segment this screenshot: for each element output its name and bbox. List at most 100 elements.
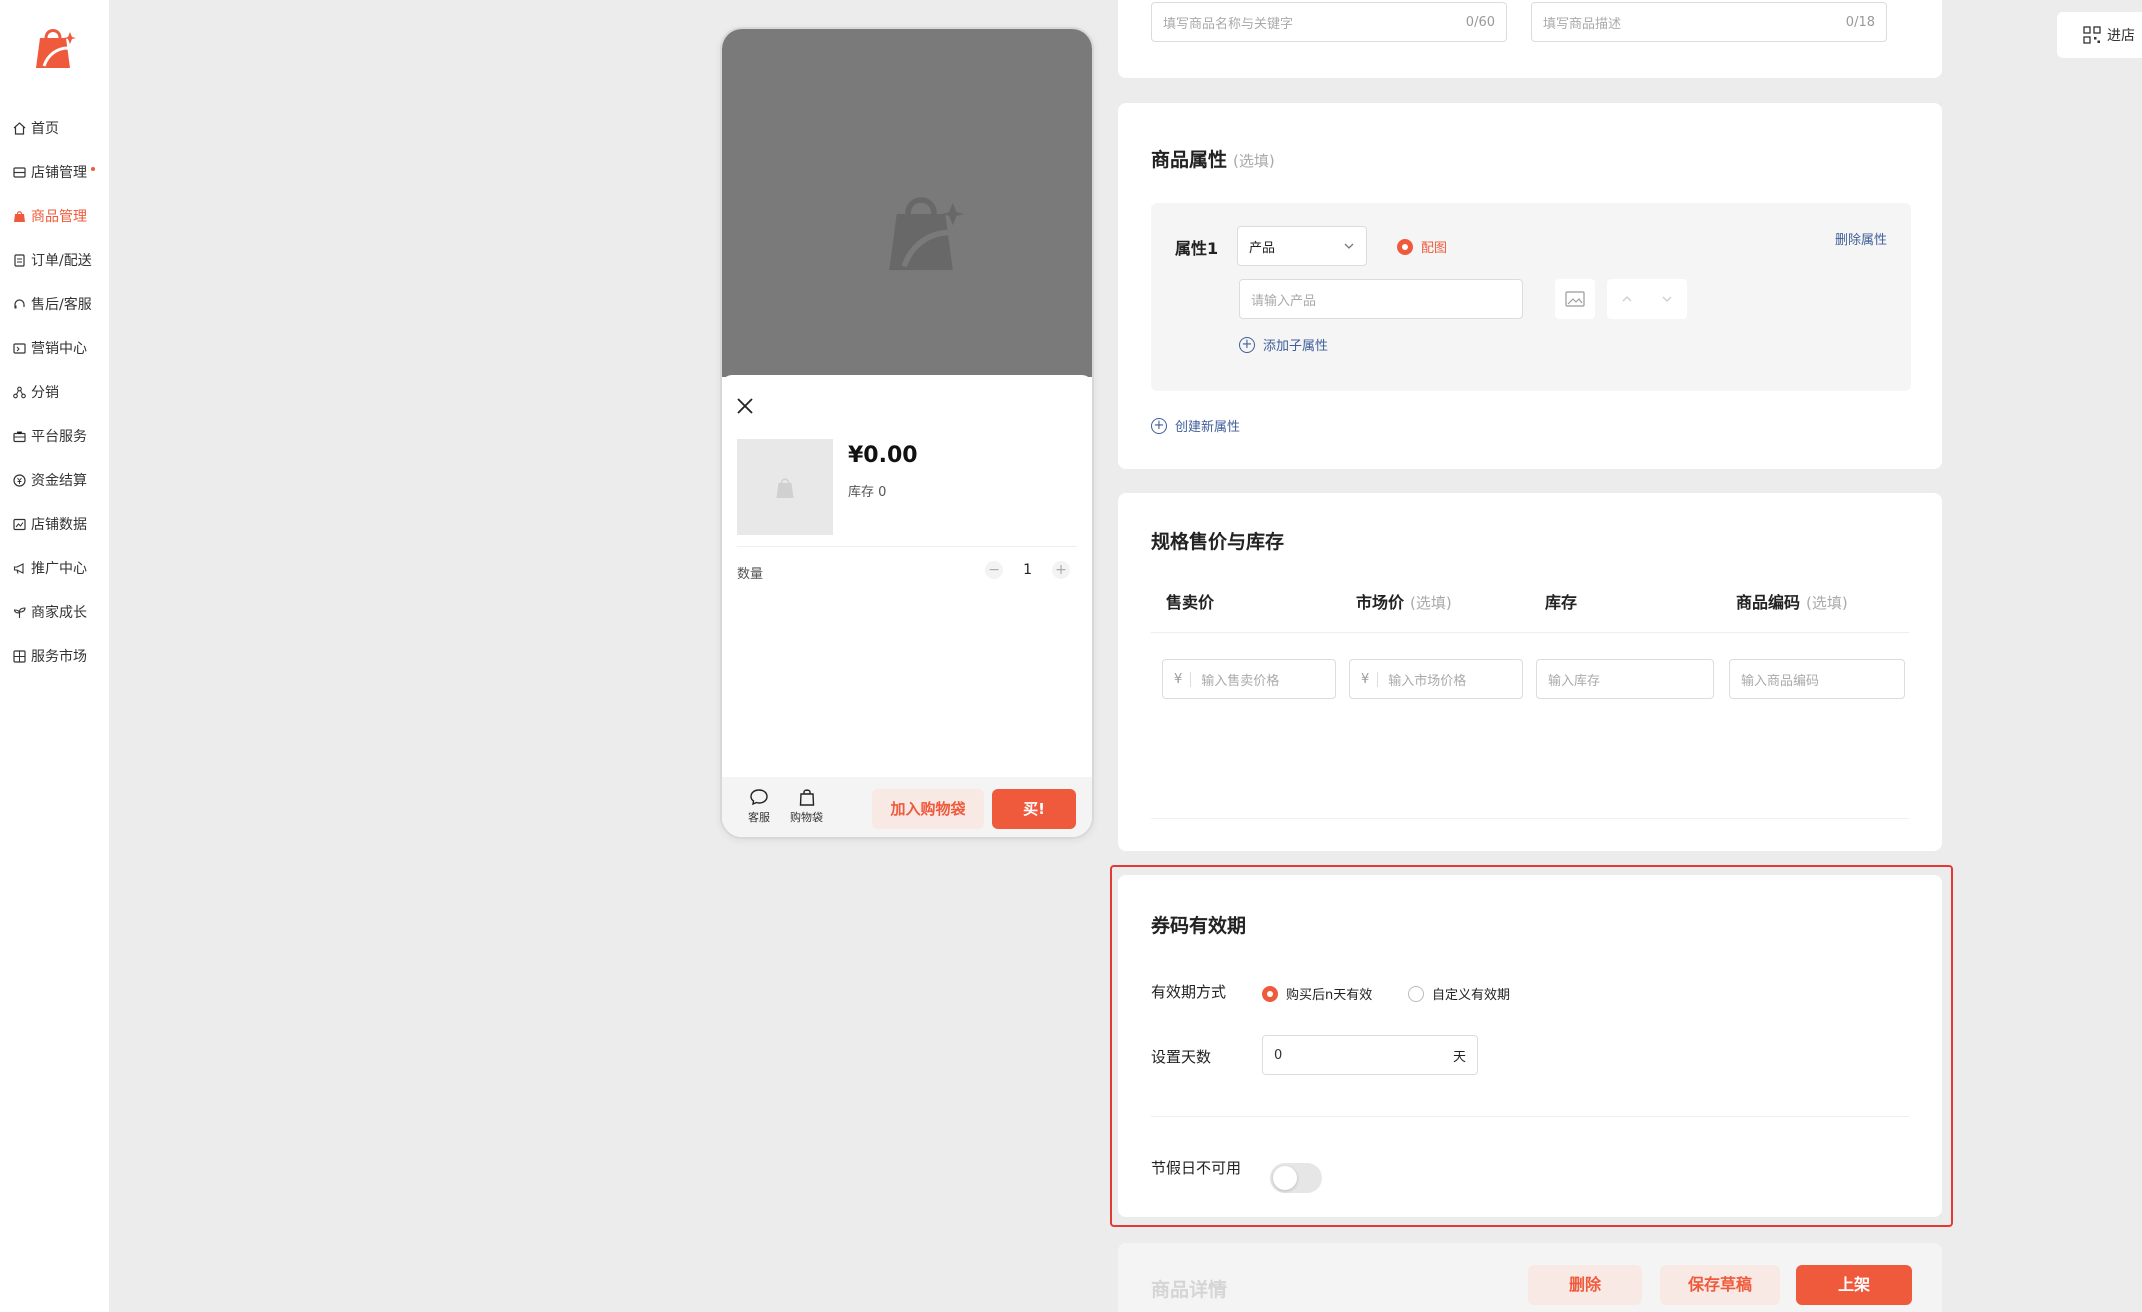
store-qr-label: 进店 <box>2107 28 2135 44</box>
sidebar-item-label: 售后/客服 <box>31 297 92 313</box>
bag-icon <box>799 789 814 806</box>
product-name-counter: 0/60 <box>1465 14 1495 30</box>
stock-input[interactable]: 输入库存 <box>1536 659 1714 699</box>
briefcase-icon <box>12 429 26 443</box>
chevron-down-icon <box>1344 243 1354 249</box>
sidebar-item-label: 营销中心 <box>31 341 87 357</box>
plus-circle-icon: + <box>1239 336 1255 353</box>
sale-price-placeholder: 输入售卖价格 <box>1201 673 1280 689</box>
publish-button[interactable]: 上架 <box>1796 1265 1912 1305</box>
attribute-type-select[interactable]: 产品 <box>1237 226 1367 266</box>
column-price: 售卖价 <box>1166 593 1215 612</box>
buy-now-button[interactable]: 买! <box>992 789 1076 829</box>
sidebar-item-label: 店铺管理 <box>31 165 87 181</box>
close-icon[interactable] <box>736 397 754 415</box>
qr-code-icon <box>2083 26 2101 44</box>
sku-stock: 库存 0 <box>848 485 887 500</box>
image-toggle[interactable]: 配图 <box>1397 237 1447 256</box>
sidebar-item-home[interactable]: 首页 <box>0 106 109 150</box>
sidebar-item-goods[interactable]: 商品管理 <box>0 194 109 238</box>
column-code-text: 商品编码 <box>1736 593 1801 612</box>
sidebar: 首页 店铺管理 商品管理 订单/配送 售后/客服 营销中心 分销 平台服务 资金… <box>0 0 109 1312</box>
delete-button[interactable]: 删除 <box>1528 1265 1642 1305</box>
delete-attribute-link[interactable]: 删除属性 <box>1835 229 1887 248</box>
sidebar-item-marketing[interactable]: 营销中心 <box>0 326 109 370</box>
sidebar-item-label: 平台服务 <box>31 429 87 445</box>
grid-icon <box>12 649 26 663</box>
optional-hint: (选填) <box>1233 152 1275 170</box>
shopping-bag-label: 购物袋 <box>790 811 823 824</box>
sidebar-item-growth[interactable]: 商家成长 <box>0 590 109 634</box>
product-desc-input[interactable]: 填写商品描述 0/18 <box>1531 2 1887 42</box>
sidebar-item-store[interactable]: 店铺管理 <box>0 150 109 194</box>
shopping-bag-logo-icon[interactable] <box>30 22 76 70</box>
sidebar-item-orders[interactable]: 订单/配送 <box>0 238 109 282</box>
home-icon <box>12 121 26 135</box>
sidebar-nav: 首页 店铺管理 商品管理 订单/配送 售后/客服 营销中心 分销 平台服务 资金… <box>0 106 109 678</box>
selection-highlight <box>1110 865 1953 1227</box>
move-down-icon[interactable] <box>1661 293 1673 305</box>
quantity-decrease-button[interactable]: − <box>985 561 1004 579</box>
table-divider <box>1151 632 1909 633</box>
add-sub-attribute-button[interactable]: + 添加子属性 <box>1239 335 1328 354</box>
quantity-increase-button[interactable]: + <box>1052 561 1070 579</box>
store-qr-tab[interactable]: 进店 <box>2057 12 2142 58</box>
image-toggle-radio[interactable] <box>1397 238 1413 255</box>
save-draft-button[interactable]: 保存草稿 <box>1660 1265 1780 1305</box>
quantity-stepper: − 1 + <box>985 561 1070 579</box>
image-icon <box>1565 291 1585 307</box>
chart-icon <box>12 517 26 531</box>
sale-price-input[interactable]: ¥ 输入售卖价格 <box>1162 659 1336 699</box>
sidebar-item-label: 店铺数据 <box>31 517 87 533</box>
stock-placeholder: 输入库存 <box>1548 673 1601 689</box>
add-to-cart-button[interactable]: 加入购物袋 <box>872 789 984 829</box>
sku-sheet: ¥0.00 库存 0 数量 − 1 + 客服 购物袋 加入购物袋 买! <box>722 375 1092 837</box>
sku-price: ¥0.00 <box>848 443 918 468</box>
currency-prefix: ¥ <box>1361 671 1379 687</box>
sidebar-item-data[interactable]: 店铺数据 <box>0 502 109 546</box>
optional-hint: (选填) <box>1410 594 1452 612</box>
product-name-placeholder: 填写商品名称与关键字 <box>1163 16 1294 32</box>
customer-service-button[interactable]: 客服 <box>748 787 770 825</box>
product-desc-counter: 0/18 <box>1845 14 1875 30</box>
market-price-placeholder: 输入市场价格 <box>1388 673 1467 689</box>
sidebar-item-label: 商家成长 <box>31 605 87 621</box>
product-code-input[interactable]: 输入商品编码 <box>1729 659 1905 699</box>
preview-bottom-bar: 客服 购物袋 加入购物袋 买! <box>722 777 1092 837</box>
goods-icon <box>12 209 26 223</box>
column-market-price-text: 市场价 <box>1356 593 1405 612</box>
upload-image-button[interactable] <box>1555 279 1595 319</box>
basic-info-card: 填写商品名称与关键字 0/60 填写商品描述 0/18 <box>1118 0 1942 78</box>
market-price-input[interactable]: ¥ 输入市场价格 <box>1349 659 1523 699</box>
column-stock: 库存 <box>1545 593 1578 612</box>
move-up-icon[interactable] <box>1621 293 1633 305</box>
attributes-title-text: 商品属性 <box>1151 149 1228 171</box>
quantity-label: 数量 <box>737 567 764 582</box>
column-code: 商品编码 (选填) <box>1736 589 1848 613</box>
sidebar-item-label: 资金结算 <box>31 473 87 489</box>
sidebar-item-market[interactable]: 服务市场 <box>0 634 109 678</box>
create-attribute-button[interactable]: + 创建新属性 <box>1151 416 1240 435</box>
shopping-bag-button[interactable]: 购物袋 <box>790 787 823 825</box>
divider <box>737 546 1077 547</box>
product-image-placeholder <box>722 29 1092 377</box>
sidebar-item-aftersale[interactable]: 售后/客服 <box>0 282 109 326</box>
sidebar-item-settlement[interactable]: 资金结算 <box>0 458 109 502</box>
distribution-icon <box>12 385 26 399</box>
sidebar-item-distribution[interactable]: 分销 <box>0 370 109 414</box>
details-title: 商品详情 <box>1151 1279 1228 1301</box>
product-desc-placeholder: 填写商品描述 <box>1543 16 1622 32</box>
sidebar-item-platform[interactable]: 平台服务 <box>0 414 109 458</box>
image-toggle-label: 配图 <box>1421 241 1448 256</box>
attribute-value-input[interactable]: 请输入产品 <box>1239 279 1523 319</box>
attributes-card: 商品属性 (选填) 属性1 产品 配图 删除属性 请输入产品 + 添加子属性 + … <box>1118 103 1942 469</box>
headset-icon <box>12 297 26 311</box>
sidebar-item-label: 服务市场 <box>31 649 87 665</box>
sidebar-item-label: 商品管理 <box>31 209 87 225</box>
money-icon <box>12 473 26 487</box>
sidebar-item-promotion[interactable]: 推广中心 <box>0 546 109 590</box>
product-name-input[interactable]: 填写商品名称与关键字 0/60 <box>1151 2 1507 42</box>
sidebar-item-label: 订单/配送 <box>31 253 92 269</box>
create-attribute-label: 创建新属性 <box>1175 420 1241 435</box>
currency-prefix: ¥ <box>1174 671 1192 687</box>
